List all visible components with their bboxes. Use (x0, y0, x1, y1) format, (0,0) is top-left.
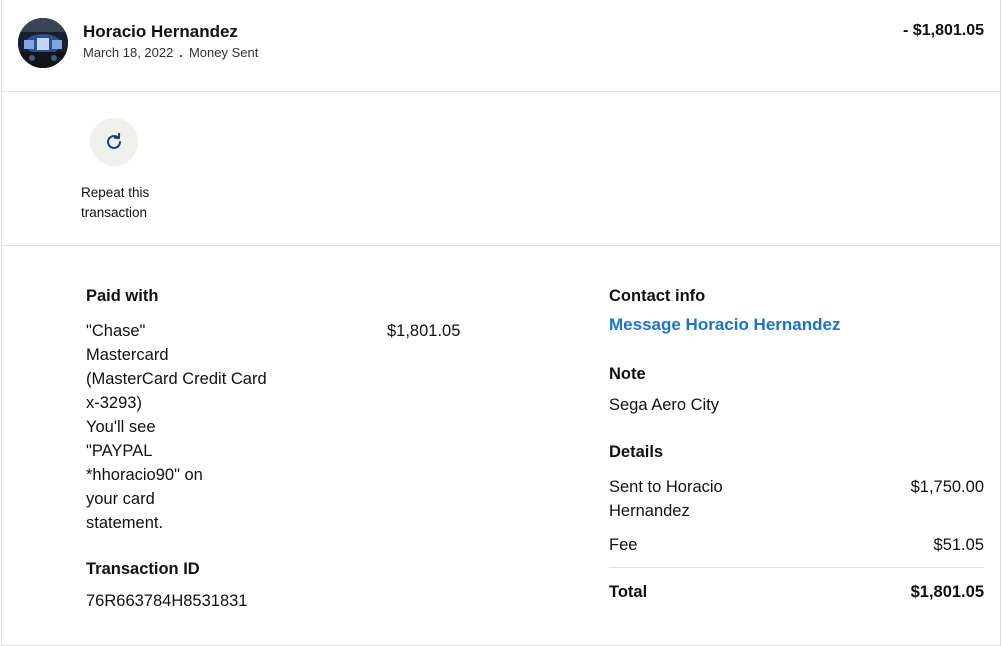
details-section: Paid with "Chase" Mastercard (MasterCard… (2, 247, 1000, 645)
total-value: $1,801.05 (910, 583, 984, 601)
details-divider (609, 567, 984, 568)
note-value: Sega Aero City (609, 396, 720, 414)
paid-with-line: You'll see (86, 418, 156, 436)
paid-with-line: *hhoracio90" on (86, 466, 203, 484)
avatar-photo-icon (18, 18, 68, 68)
transaction-id-value: 76R663784H8531831 (86, 592, 248, 610)
details-heading: Details (609, 443, 664, 461)
contact-info-heading: Contact info (609, 287, 706, 305)
paid-with-line: x-3293) (86, 394, 142, 412)
sent-to-label: Sent to Horacio Hernandez (609, 478, 723, 520)
transaction-date: March 18, 2022 (83, 45, 174, 60)
paid-with-line: "Chase" (86, 322, 146, 340)
sent-to-value: $1,750.00 (910, 478, 984, 496)
fee-label: Fee (609, 536, 638, 554)
transaction-card: Horacio Hernandez March 18, 2022. Money S… (1, 0, 1001, 646)
paid-with-amount: $1,801.05 (387, 322, 461, 340)
paid-with-line: Mastercard (86, 346, 169, 364)
avatar (18, 18, 68, 68)
separator-dot: . (179, 45, 183, 60)
transaction-amount: - $1,801.05 (903, 22, 984, 39)
transaction-header: Horacio Hernandez March 18, 2022. Money S… (2, 0, 1000, 92)
note-heading: Note (609, 365, 646, 383)
transaction-type: Money Sent (188, 45, 259, 60)
paid-with-heading: Paid with (86, 287, 159, 305)
transaction-id-heading: Transaction ID (86, 560, 200, 578)
transaction-subline: March 18, 2022. Money Sent (83, 45, 258, 60)
paid-with-line: statement. (86, 514, 164, 532)
repeat-transaction-label[interactable]: Repeat this transaction (81, 183, 191, 223)
actions-section: Repeat this transaction (2, 93, 1000, 246)
paid-with-line: "PAYPAL (86, 442, 153, 460)
repeat-transaction-button[interactable] (90, 118, 138, 166)
counterparty-name: Horacio Hernandez (83, 22, 238, 41)
refresh-icon (107, 132, 121, 149)
message-contact-link[interactable]: Message Horacio Hernandez (609, 315, 840, 335)
paid-with-description: "Chase" Mastercard (MasterCard Credit Ca… (86, 319, 296, 535)
total-label: Total (609, 583, 648, 601)
paid-with-line: your card (86, 490, 155, 508)
paid-with-line: (MasterCard Credit Card (86, 370, 267, 388)
fee-value: $51.05 (933, 536, 984, 554)
